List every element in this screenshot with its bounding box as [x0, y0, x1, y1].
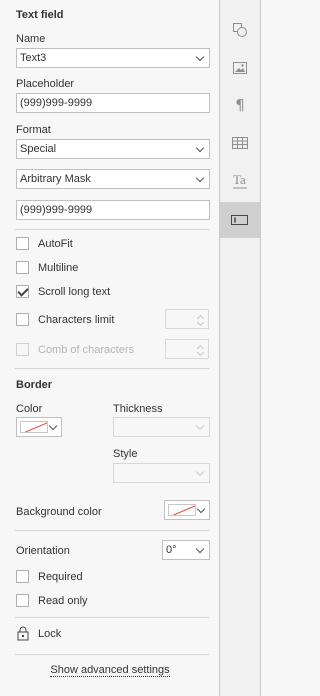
characters-limit-stepper[interactable]: [165, 309, 209, 329]
style-label: Style: [113, 448, 138, 460]
divider: [15, 530, 209, 531]
image-icon: [233, 62, 247, 74]
shape-settings-tab[interactable]: [220, 12, 260, 48]
format-value: Special: [20, 143, 57, 155]
orientation-label: Orientation: [16, 545, 70, 557]
required-label: Required: [38, 571, 83, 583]
text-art-settings-tab[interactable]: Ta: [220, 163, 260, 199]
read-only-label: Read only: [38, 595, 88, 607]
divider: [15, 229, 209, 230]
no-color-swatch: [168, 504, 196, 516]
chevron-down-icon: [195, 173, 205, 183]
autofit-label: AutoFit: [38, 238, 73, 250]
background-color-picker[interactable]: [164, 500, 210, 520]
form-field-icon: [231, 215, 248, 225]
border-title: Border: [16, 379, 53, 391]
border-color-label: Color: [16, 403, 43, 415]
right-settings-panel: Text field Name Text3 Placeholder (999)9…: [0, 0, 220, 696]
multiline-checkbox[interactable]: [16, 261, 29, 274]
table-icon: [232, 137, 248, 149]
background-color-label: Background color: [16, 506, 102, 518]
form-field-settings-tab[interactable]: [220, 202, 260, 238]
lock-icon: [17, 626, 29, 641]
mask-value: (999)999-9999: [20, 204, 93, 216]
divider: [15, 654, 209, 655]
no-color-icon: [24, 422, 47, 432]
advanced-label: Show advanced settings: [50, 664, 170, 677]
paragraph-settings-tab[interactable]: ¶: [220, 87, 260, 123]
placeholder-label: Placeholder: [16, 78, 75, 90]
placeholder-value: (999)999-9999: [20, 97, 93, 109]
style-select[interactable]: [113, 463, 210, 483]
chevron-down-icon: [195, 544, 205, 554]
table-settings-tab[interactable]: [220, 125, 260, 161]
name-label: Name: [16, 33, 46, 45]
shape-icon: [233, 23, 247, 37]
multiline-label: Multiline: [38, 262, 79, 274]
chevron-down-icon: [196, 504, 206, 514]
chevron-down-icon[interactable]: [196, 348, 205, 357]
autofit-checkbox[interactable]: [16, 237, 29, 250]
panel-title: Text field: [16, 9, 64, 21]
characters-limit-label: Characters limit: [38, 314, 115, 326]
orientation-select[interactable]: 0°: [162, 540, 210, 560]
comb-cells-stepper[interactable]: [165, 339, 209, 359]
chevron-down-icon: [195, 421, 205, 431]
chevron-down-icon: [48, 421, 58, 431]
no-color-swatch: [20, 421, 48, 433]
paragraph-icon: ¶: [235, 96, 245, 114]
divider: [15, 368, 209, 369]
name-select[interactable]: Text3: [16, 48, 210, 68]
format-select[interactable]: Special: [16, 139, 210, 159]
lock-label: Lock: [38, 627, 62, 640]
mask-type-select[interactable]: Arbitrary Mask: [16, 169, 210, 189]
chevron-down-icon: [195, 143, 205, 153]
thickness-label: Thickness: [113, 403, 163, 415]
text-art-icon: Ta: [233, 172, 247, 189]
show-advanced-settings-link[interactable]: Show advanced settings: [0, 664, 220, 677]
lock-button[interactable]: Lock: [16, 626, 61, 641]
required-checkbox[interactable]: [16, 570, 29, 583]
chevron-down-icon: [195, 52, 205, 62]
scroll-long-text-checkbox[interactable]: [16, 285, 29, 298]
chevron-down-icon[interactable]: [196, 318, 205, 327]
comb-of-characters-label: Comb of characters: [38, 344, 134, 356]
image-settings-tab[interactable]: [220, 50, 260, 86]
mask-type-value: Arbitrary Mask: [20, 173, 91, 185]
border-color-picker[interactable]: [16, 417, 62, 437]
checkmark-icon: [17, 285, 29, 297]
placeholder-input[interactable]: (999)999-9999: [16, 93, 210, 113]
no-color-icon: [172, 505, 195, 515]
name-value: Text3: [20, 52, 47, 64]
characters-limit-checkbox[interactable]: [16, 313, 29, 326]
svg-text:Ta: Ta: [233, 172, 246, 187]
scroll-long-text-label: Scroll long text: [38, 286, 111, 298]
format-label: Format: [16, 124, 51, 136]
comb-of-characters-checkbox[interactable]: [16, 343, 29, 356]
thickness-select[interactable]: [113, 417, 210, 437]
mask-input[interactable]: (999)999-9999: [16, 200, 210, 220]
right-toolbar: ¶ Ta: [220, 0, 261, 696]
chevron-down-icon: [195, 467, 205, 477]
orientation-value: 0°: [166, 544, 177, 556]
read-only-checkbox[interactable]: [16, 594, 29, 607]
divider: [15, 617, 209, 618]
